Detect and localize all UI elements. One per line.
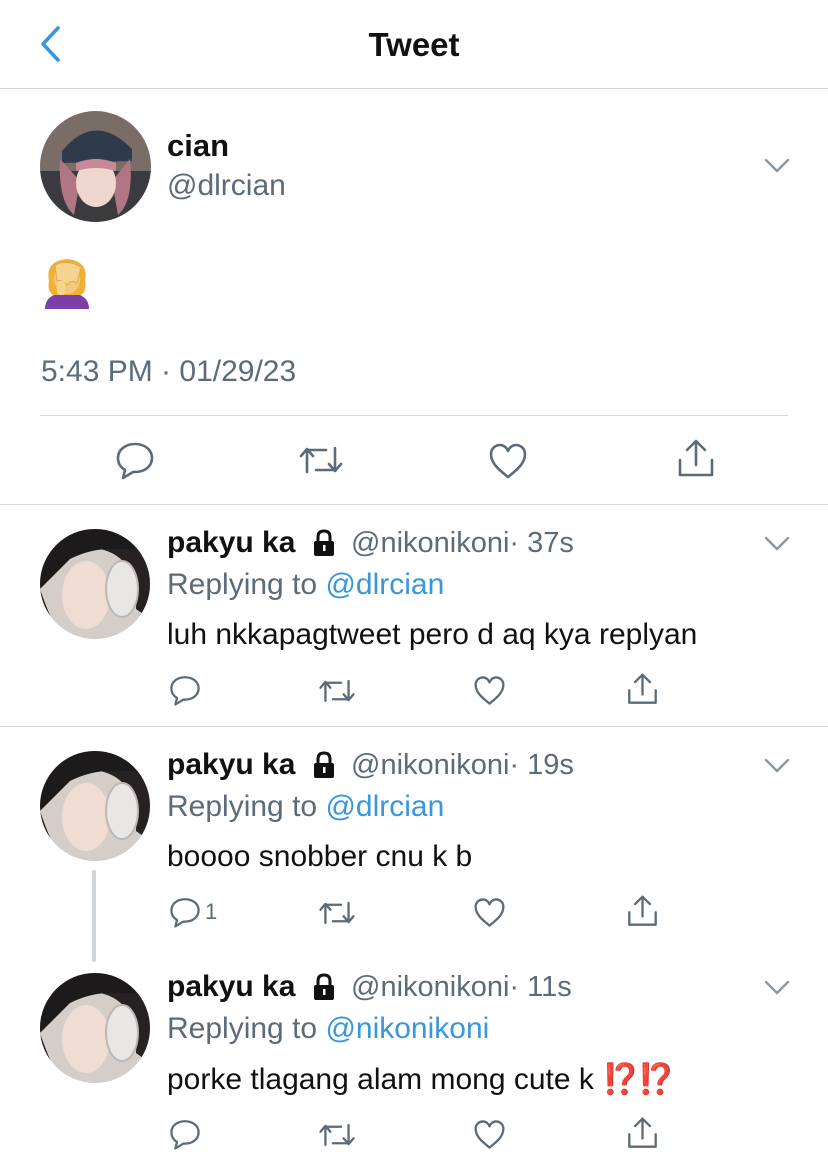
- reply-author-handle[interactable]: @nikonikoni· 37s: [351, 527, 574, 560]
- reply-button[interactable]: [169, 674, 205, 706]
- speech-bubble-icon: [116, 442, 154, 480]
- reply-button[interactable]: [169, 1118, 205, 1150]
- retweet-icon: [319, 901, 355, 925]
- retweet-icon: [319, 1123, 355, 1147]
- top-bar: Tweet: [0, 0, 828, 89]
- speech-bubble-icon: [170, 898, 200, 928]
- relative-time: · 37s: [509, 527, 574, 559]
- replying-to-line: Replying to @dlrcian: [167, 790, 444, 824]
- lock-icon: [314, 973, 334, 1000]
- avatar[interactable]: [40, 111, 151, 222]
- heart-icon: [474, 1120, 505, 1149]
- chevron-down-icon[interactable]: [763, 535, 791, 553]
- handle-text: @nikonikoni: [351, 749, 510, 781]
- like-button[interactable]: [488, 442, 528, 480]
- chevron-down-icon[interactable]: [763, 757, 791, 775]
- mention-link[interactable]: @dlrcian: [325, 568, 444, 601]
- share-icon: [678, 439, 714, 477]
- chevron-down-icon[interactable]: [763, 979, 791, 997]
- chevron-down-icon[interactable]: [763, 157, 791, 175]
- mention-link[interactable]: @nikonikoni: [325, 1012, 489, 1045]
- reply-text-body: porke tlagang alam mong cute k: [167, 1063, 603, 1096]
- share-button[interactable]: [626, 672, 659, 707]
- reply-author-name[interactable]: pakyu ka: [167, 526, 295, 560]
- reply-button[interactable]: [115, 440, 155, 480]
- relative-time: · 11s: [509, 971, 572, 1003]
- heart-icon: [474, 898, 505, 927]
- lock-icon: [314, 751, 334, 778]
- author-name[interactable]: cian: [167, 128, 229, 164]
- retweet-icon: [319, 679, 355, 703]
- speech-bubble-icon: [170, 1120, 200, 1150]
- replying-to-line: Replying to @dlrcian: [167, 568, 444, 602]
- share-icon: [628, 895, 657, 926]
- reply-text: boooo snobber cnu k b: [167, 840, 473, 873]
- share-icon: [628, 673, 657, 704]
- thread-connector: [92, 870, 96, 962]
- divider: [0, 726, 828, 727]
- reply-count: 1: [205, 899, 218, 924]
- share-button[interactable]: [626, 1116, 659, 1151]
- replying-prefix: Replying to: [167, 1012, 326, 1045]
- tweet-timestamp: 5:43 PM · 01/29/23: [41, 355, 297, 388]
- reply-author-name[interactable]: pakyu ka: [167, 748, 295, 782]
- replying-to-line: Replying to @nikonikoni: [167, 1012, 489, 1046]
- reply-text: luh nkkapagtweet pero d aq kya replyan: [167, 618, 698, 651]
- retweet-button[interactable]: [298, 442, 344, 478]
- reply-author-name[interactable]: pakyu ka: [167, 970, 295, 1004]
- share-button[interactable]: [626, 894, 659, 929]
- lock-icon: [314, 529, 334, 556]
- retweet-icon: [299, 446, 343, 474]
- reply-text: porke tlagang alam mong cute k ⁉️⁉️: [167, 1062, 675, 1097]
- handle-text: @nikonikoni: [351, 971, 510, 1003]
- author-handle[interactable]: @dlrcian: [167, 169, 286, 203]
- reply-author-handle[interactable]: @nikonikoni· 11s: [351, 971, 572, 1004]
- retweet-button[interactable]: [318, 676, 356, 706]
- interrobang-emoji: ⁉️⁉️: [602, 1063, 675, 1096]
- avatar[interactable]: [40, 529, 150, 639]
- heart-icon: [489, 443, 527, 479]
- face-palm-emoji: [41, 255, 93, 309]
- replying-prefix: Replying to: [167, 568, 326, 601]
- mention-link[interactable]: @dlrcian: [325, 790, 444, 823]
- retweet-button[interactable]: [318, 1120, 356, 1150]
- reply-button[interactable]: 1: [169, 896, 217, 928]
- replying-prefix: Replying to: [167, 790, 326, 823]
- page-title: Tweet: [368, 26, 460, 63]
- divider: [0, 504, 828, 505]
- heart-icon: [474, 676, 505, 705]
- share-button[interactable]: [676, 438, 716, 480]
- speech-bubble-icon: [170, 676, 200, 706]
- divider: [40, 415, 788, 416]
- like-button[interactable]: [473, 675, 506, 706]
- handle-text: @nikonikoni: [351, 527, 510, 559]
- like-button[interactable]: [473, 897, 506, 928]
- avatar[interactable]: [40, 751, 150, 861]
- relative-time: · 19s: [509, 749, 574, 781]
- retweet-button[interactable]: [318, 898, 356, 928]
- like-button[interactable]: [473, 1119, 506, 1150]
- reply-author-handle[interactable]: @nikonikoni· 19s: [351, 749, 574, 782]
- avatar[interactable]: [40, 973, 150, 1083]
- share-icon: [628, 1117, 657, 1148]
